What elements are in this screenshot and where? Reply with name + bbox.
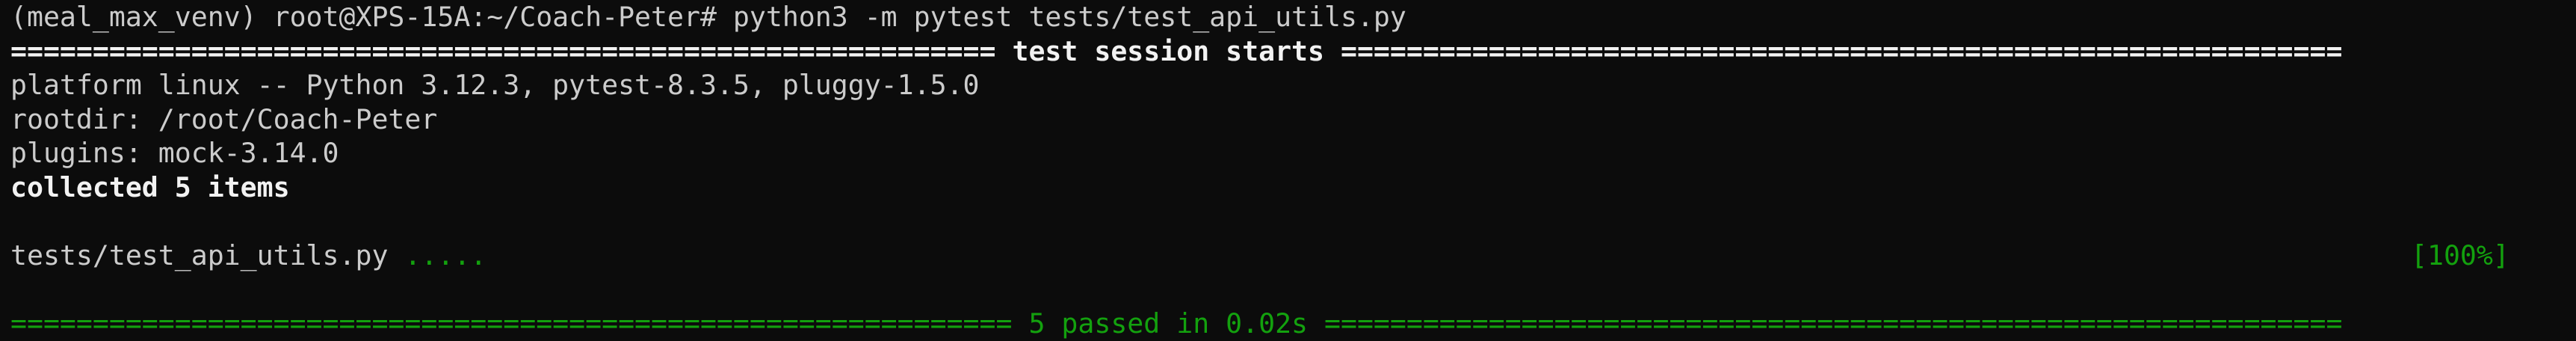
summary-line: ========================================… [10,307,2343,340]
platform-line: platform linux -- Python 3.12.3, pytest-… [10,69,980,102]
test-file-path: tests/test_api_utils.py [10,239,389,272]
test-result-line: tests/test_api_utils.py ..... [100%] [10,239,2576,273]
rootdir-line: rootdir: /root/Coach-Peter [10,102,438,135]
session-header-line: ========================================… [10,34,2343,67]
plugins-line: plugins: mock-3.14.0 [10,137,339,170]
test-pass-dots: ..... [404,239,487,272]
collected-items-line: collected 5 items [10,170,290,203]
terminal-window[interactable]: (meal_max_venv) root@XPS-15A:~/Coach-Pet… [0,0,2576,340]
progress-percentage: [100%] [2411,239,2509,272]
command-prompt-line: (meal_max_venv) root@XPS-15A:~/Coach-Pet… [10,1,1406,33]
